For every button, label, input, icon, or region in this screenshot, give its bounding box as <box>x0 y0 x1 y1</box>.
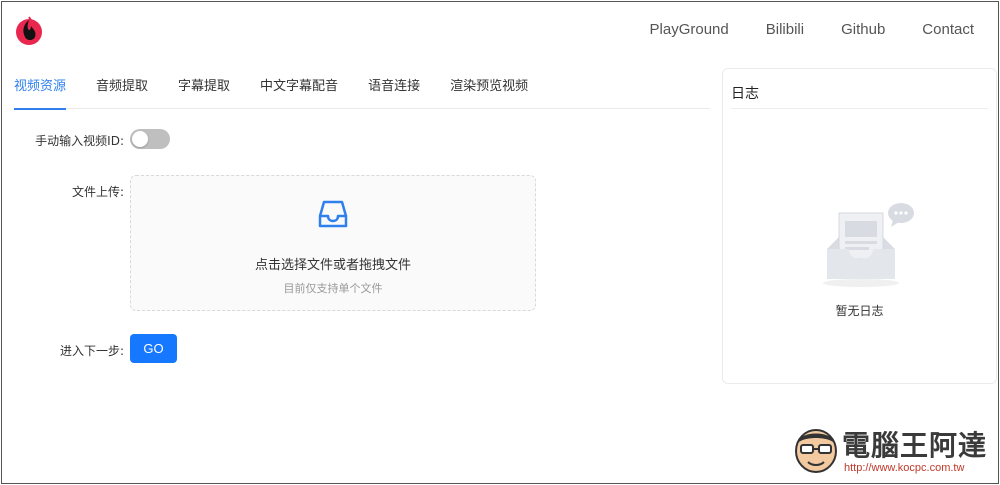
file-upload-dropzone[interactable]: 点击选择文件或者拖拽文件 目前仅支持单个文件 <box>130 175 536 311</box>
upload-main-text: 点击选择文件或者拖拽文件 <box>254 258 411 273</box>
tab-audio-extract[interactable]: 音频提取 <box>96 76 148 109</box>
tab-chinese-dubbing[interactable]: 中文字幕配音 <box>260 76 338 109</box>
watermark-brand: 電腦王阿達 <box>842 429 988 462</box>
watermark: 電腦王阿達 http://www.kocpc.com.tw <box>792 420 997 480</box>
watermark-url: http://www.kocpc.com.tw <box>844 462 965 474</box>
tab-bar: 视频资源 音频提取 字幕提取 中文字幕配音 语音连接 渲染预览视频 <box>14 76 710 110</box>
log-divider <box>731 108 988 109</box>
upload-label: 文件上传: <box>71 185 124 199</box>
nav-bilibili[interactable]: Bilibili <box>766 20 804 40</box>
app-window: PlayGround Bilibili Github Contact 视频资源 … <box>1 1 999 484</box>
mascot-face-icon <box>795 429 837 473</box>
toggle-knob <box>132 131 148 147</box>
log-panel: 日志 暂无日志 <box>722 68 997 384</box>
log-empty-text: 暂无日志 <box>835 304 884 318</box>
inbox-icon <box>318 200 348 228</box>
nav-playground[interactable]: PlayGround <box>650 20 729 40</box>
tab-render-preview[interactable]: 渲染预览视频 <box>450 76 528 109</box>
tab-video-resource[interactable]: 视频资源 <box>14 76 67 110</box>
upload-hint-text: 目前仅支持单个文件 <box>283 282 383 295</box>
flame-logo-icon[interactable] <box>14 14 44 46</box>
go-button[interactable]: GO <box>130 334 177 363</box>
empty-inbox-icon <box>823 203 914 287</box>
manual-id-label: 手动输入视频ID: <box>35 134 124 148</box>
manual-id-toggle[interactable] <box>130 129 170 149</box>
nav-contact[interactable]: Contact <box>922 20 974 40</box>
next-step-label: 进入下一步: <box>59 344 124 358</box>
tab-voice-connect[interactable]: 语音连接 <box>368 76 420 109</box>
log-title: 日志 <box>731 86 759 102</box>
tab-subtitle-extract[interactable]: 字幕提取 <box>178 76 230 109</box>
top-nav: PlayGround Bilibili Github Contact <box>613 20 974 40</box>
nav-github[interactable]: Github <box>841 20 885 40</box>
